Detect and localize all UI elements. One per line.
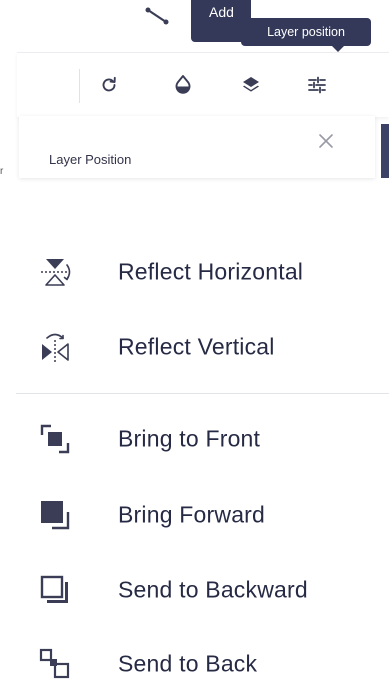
menu-item-label: Send to Back (118, 650, 258, 677)
menu-item-reflect-vertical[interactable]: Reflect Vertical (0, 317, 389, 377)
reflect-horizontal-icon (38, 255, 72, 289)
sliders-icon (308, 76, 326, 94)
menu-item-label: Bring to Front (118, 425, 261, 452)
send-to-back-icon (38, 647, 72, 681)
layer-position-button[interactable] (299, 67, 335, 103)
layers-icon (243, 77, 259, 92)
menu-item-label: Reflect Vertical (118, 333, 275, 360)
bring-to-front-icon (38, 422, 72, 456)
menu-item-label: Send to Backward (118, 576, 308, 603)
layer-position-tooltip: Layer position (241, 18, 371, 52)
rotate-button[interactable] (91, 67, 127, 103)
add-tooltip-label: Add (209, 4, 234, 20)
menu-item-bring-to-front[interactable]: Bring to Front (0, 409, 389, 469)
connector-icon[interactable] (144, 6, 170, 26)
toolbar (17, 52, 389, 117)
send-backward-icon (38, 573, 72, 607)
menu-item-send-to-back[interactable]: Send to Back (0, 634, 389, 694)
menu-item-reflect-horizontal[interactable]: Reflect Horizontal (0, 242, 389, 302)
reflect-vertical-icon (38, 330, 72, 364)
layer-position-panel: Layer Position (19, 116, 375, 178)
panel-title: Layer Position (49, 152, 132, 167)
side-panel-edge (381, 124, 389, 178)
layers-button[interactable] (233, 67, 269, 103)
menu-item-label: Bring Forward (118, 501, 266, 528)
opacity-button[interactable] (165, 67, 201, 103)
menu-item-send-backward[interactable]: Send to Backward (0, 560, 389, 620)
bring-forward-icon (38, 498, 72, 532)
close-icon (319, 134, 333, 148)
menu-divider (16, 393, 389, 394)
rotate-icon (102, 76, 116, 92)
left-edge-text: r (0, 166, 4, 177)
menu-item-bring-forward[interactable]: Bring Forward (0, 485, 389, 545)
menu-item-label: Reflect Horizontal (118, 258, 304, 285)
toolbar-separator (79, 69, 80, 103)
droplet-icon (175, 75, 191, 94)
top-strip: Add Layer position (0, 0, 389, 52)
close-button[interactable] (315, 130, 337, 152)
